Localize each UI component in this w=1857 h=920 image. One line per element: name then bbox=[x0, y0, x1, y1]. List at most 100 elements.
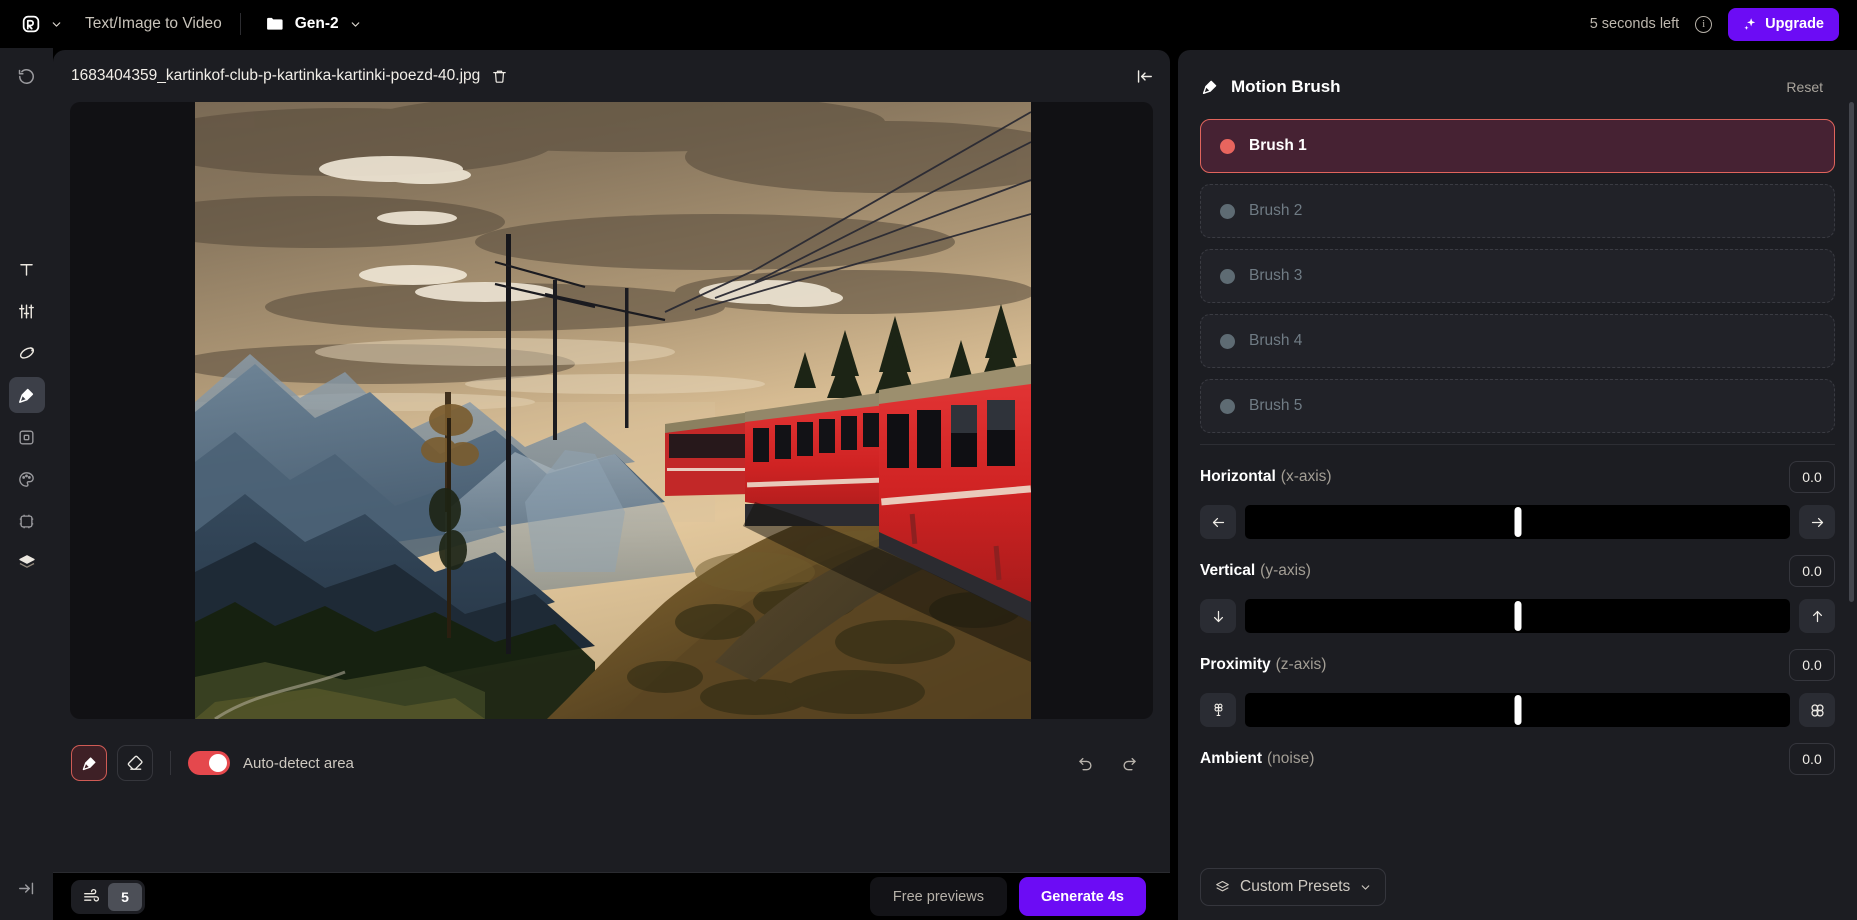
arrow-right-icon[interactable] bbox=[1799, 505, 1835, 539]
top-bar-right: 5 seconds left i Upgrade bbox=[1589, 7, 1843, 41]
slider-row bbox=[1200, 599, 1835, 633]
brush-color-dot bbox=[1220, 398, 1235, 414]
text-icon bbox=[17, 260, 36, 279]
panel-scrollbar[interactable] bbox=[1849, 102, 1854, 602]
panel-header: Motion Brush Reset bbox=[1178, 50, 1857, 102]
slider-row bbox=[1200, 505, 1835, 539]
proximity-slider[interactable] bbox=[1245, 693, 1790, 727]
reset-button[interactable]: Reset bbox=[1774, 72, 1835, 102]
history-buttons bbox=[1068, 746, 1146, 780]
collapse-left-icon[interactable] bbox=[1135, 67, 1154, 86]
control-axis-label: (noise) bbox=[1267, 750, 1315, 767]
free-previews-button[interactable]: Free previews bbox=[869, 877, 1007, 916]
sliders-icon bbox=[17, 302, 36, 321]
rail-bottom-group bbox=[9, 870, 45, 906]
bottom-bar: 5 Free previews Generate 4s bbox=[53, 873, 1170, 920]
brush-color-dot bbox=[1220, 333, 1235, 349]
layers-icon bbox=[17, 553, 37, 573]
slider-row bbox=[1200, 693, 1835, 727]
vertical-slider[interactable] bbox=[1245, 599, 1790, 633]
slider-thumb[interactable] bbox=[1514, 601, 1521, 631]
brush-item-1[interactable]: Brush 1 bbox=[1200, 119, 1835, 173]
sidebar-item-text[interactable] bbox=[9, 251, 45, 287]
info-icon[interactable]: i bbox=[1695, 15, 1713, 33]
rail-top-group bbox=[9, 58, 45, 94]
control-value[interactable]: 0.0 bbox=[1789, 555, 1835, 587]
eraser-icon bbox=[126, 754, 145, 773]
toggle-knob bbox=[209, 754, 227, 772]
canvas-panel: 1683404359_kartinkof-club-p-kartinka-kar… bbox=[53, 50, 1170, 872]
top-bar: Text/Image to Video Gen-2 5 seconds left… bbox=[0, 0, 1857, 48]
brush-color-dot bbox=[1220, 138, 1235, 154]
sidebar-item-aspect-ratio[interactable] bbox=[9, 503, 45, 539]
brush-tool-button[interactable] bbox=[71, 745, 107, 781]
motion-speed-icon[interactable] bbox=[74, 883, 108, 911]
app-logo-menu[interactable] bbox=[14, 9, 69, 39]
sidebar-item-settings[interactable] bbox=[9, 293, 45, 329]
chevron-down-icon bbox=[1359, 881, 1372, 894]
brush-list: Brush 1 Brush 2 Brush 3 Brush 4 Brush 5 bbox=[1178, 102, 1857, 433]
redo-button[interactable] bbox=[1112, 746, 1146, 780]
zoom-out-dots-icon[interactable] bbox=[1200, 693, 1236, 727]
slider-thumb[interactable] bbox=[1514, 507, 1521, 537]
upgrade-button[interactable]: Upgrade bbox=[1728, 7, 1839, 41]
brush-toolbar: Auto-detect area bbox=[53, 729, 1170, 797]
control-value[interactable]: 0.0 bbox=[1789, 743, 1835, 775]
auto-detect-label: Auto-detect area bbox=[243, 754, 354, 772]
motion-brush-icon bbox=[16, 385, 37, 406]
runway-logo-icon bbox=[20, 13, 42, 35]
duration-value[interactable]: 5 bbox=[108, 882, 142, 911]
expand-panel-icon bbox=[17, 879, 36, 898]
paintbrush-icon bbox=[80, 754, 99, 773]
undo-button[interactable] bbox=[1068, 746, 1102, 780]
brush-item-2[interactable]: Brush 2 bbox=[1200, 184, 1835, 238]
image-stage[interactable] bbox=[70, 102, 1153, 719]
sidebar-item-camera-motion[interactable] bbox=[9, 335, 45, 371]
control-value[interactable]: 0.0 bbox=[1789, 461, 1835, 493]
project-selector[interactable]: Gen-2 bbox=[259, 10, 368, 38]
sidebar-item-frame[interactable] bbox=[9, 419, 45, 455]
brush-color-dot bbox=[1220, 268, 1235, 284]
arrow-down-icon[interactable] bbox=[1200, 599, 1236, 633]
brush-label: Brush 4 bbox=[1249, 332, 1303, 349]
sidebar-item-history[interactable] bbox=[9, 58, 45, 94]
brush-label: Brush 1 bbox=[1249, 137, 1307, 154]
brush-color-dot bbox=[1220, 203, 1235, 219]
brush-label: Brush 2 bbox=[1249, 202, 1303, 219]
zoom-in-dots-icon[interactable] bbox=[1799, 693, 1835, 727]
expand-panel-button[interactable] bbox=[9, 870, 45, 906]
eraser-tool-button[interactable] bbox=[117, 745, 153, 781]
horizontal-slider[interactable] bbox=[1245, 505, 1790, 539]
custom-presets-dropdown[interactable]: Custom Presets bbox=[1200, 868, 1387, 906]
time-remaining: 5 seconds left bbox=[1589, 16, 1680, 32]
generate-actions: Free previews Generate 4s bbox=[869, 877, 1146, 916]
canvas-header: 1683404359_kartinkof-club-p-kartinka-kar… bbox=[53, 50, 1170, 102]
brush-item-5[interactable]: Brush 5 bbox=[1200, 379, 1835, 433]
mode-title: Text/Image to Video bbox=[85, 15, 222, 32]
control-header: Ambient (noise) 0.0 bbox=[1200, 743, 1835, 775]
sidebar-item-presets[interactable] bbox=[9, 545, 45, 581]
brush-label: Brush 5 bbox=[1249, 397, 1303, 414]
history-icon bbox=[17, 67, 36, 86]
duration-control: 5 bbox=[71, 879, 145, 914]
brush-item-4[interactable]: Brush 4 bbox=[1200, 314, 1835, 368]
chevron-down-icon bbox=[349, 18, 362, 31]
control-axis-label: (x-axis) bbox=[1280, 468, 1332, 485]
brush-label: Brush 3 bbox=[1249, 267, 1303, 284]
control-value[interactable]: 0.0 bbox=[1789, 649, 1835, 681]
sidebar-item-motion-brush[interactable] bbox=[8, 377, 45, 413]
brush-item-3[interactable]: Brush 3 bbox=[1200, 249, 1835, 303]
sidebar-item-style[interactable] bbox=[9, 461, 45, 497]
auto-detect-toggle[interactable] bbox=[188, 751, 230, 775]
control-name: Vertical bbox=[1200, 562, 1256, 579]
generate-button[interactable]: Generate 4s bbox=[1018, 877, 1146, 916]
top-bar-divider bbox=[239, 13, 241, 35]
arrow-up-icon[interactable] bbox=[1799, 599, 1835, 633]
slider-thumb[interactable] bbox=[1514, 695, 1521, 725]
arrow-left-icon[interactable] bbox=[1200, 505, 1236, 539]
trash-icon[interactable] bbox=[491, 68, 508, 85]
palette-icon bbox=[17, 470, 36, 489]
source-image[interactable] bbox=[195, 102, 1031, 719]
control-name: Ambient bbox=[1200, 750, 1262, 767]
layers-icon bbox=[1214, 879, 1231, 896]
